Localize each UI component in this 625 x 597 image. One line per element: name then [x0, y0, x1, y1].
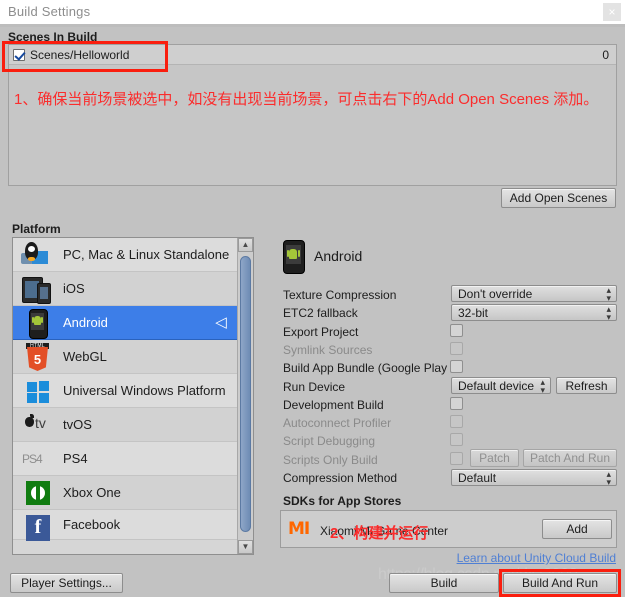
scene-index-label: 0	[602, 48, 609, 62]
android-platform-icon	[283, 240, 305, 274]
chevron-updown-icon: ▴ ▾	[606, 468, 611, 487]
close-icon[interactable]: ×	[603, 3, 621, 21]
platform-item-android[interactable]: Android ◁	[13, 306, 237, 340]
webgl-icon: HTML 5	[21, 343, 55, 371]
window-title: Build Settings	[8, 4, 91, 19]
platform-label: PS4	[63, 451, 88, 466]
scroll-down-icon[interactable]: ▼	[238, 540, 253, 554]
checkbox-build-app-bundle[interactable]	[450, 360, 463, 373]
scrollbar-thumb[interactable]	[240, 256, 251, 532]
label-build-app-bundle: Build App Bundle (Google Play	[283, 361, 448, 375]
dropdown-texture-compression[interactable]: Don't override ▴ ▾	[451, 285, 617, 302]
label-autoconnect-profiler: Autoconnect Profiler	[283, 416, 392, 430]
add-open-scenes-button[interactable]: Add Open Scenes	[501, 188, 616, 208]
platform-item-ios[interactable]: iOS	[13, 272, 237, 306]
xiaomi-logo-icon: MI	[288, 519, 310, 539]
checkbox-scripts-only-build	[450, 452, 463, 465]
android-icon	[21, 309, 55, 339]
xbox-icon	[21, 479, 55, 507]
platform-label: Xbox One	[63, 485, 121, 500]
ios-icon	[21, 275, 55, 304]
platform-item-xbox-one[interactable]: Xbox One	[13, 476, 237, 510]
label-symlink-sources: Symlink Sources	[283, 343, 373, 357]
label-script-debugging: Script Debugging	[283, 434, 376, 448]
ps4-icon: PS4	[22, 452, 43, 466]
scroll-up-icon[interactable]: ▲	[238, 238, 253, 252]
patch-button: Patch	[470, 449, 519, 467]
platform-label: Facebook	[63, 517, 121, 532]
annotation-note-2: 2、构建并运行	[330, 525, 429, 542]
dropdown-etc2-fallback[interactable]: 32-bit ▴ ▾	[451, 304, 617, 321]
patch-and-run-button: Patch And Run	[523, 449, 617, 467]
label-texture-compression: Texture Compression	[283, 288, 397, 302]
tvos-icon: tv	[21, 411, 55, 439]
dropdown-value: Don't override	[458, 286, 533, 301]
unity-cloud-build-link[interactable]: Learn about Unity Cloud Build	[457, 551, 616, 565]
chevron-updown-icon: ▴ ▾	[606, 303, 611, 322]
refresh-button[interactable]: Refresh	[556, 377, 617, 394]
platform-scrollbar[interactable]: ▲ ▼	[237, 238, 253, 554]
annotation-note-1: 1、确保当前场景被选中，如没有出现当前场景，可点击右下的Add Open Sce…	[14, 91, 599, 108]
dropdown-run-device[interactable]: Default device ▴ ▾	[451, 377, 551, 394]
chevron-updown-icon: ▴ ▾	[540, 376, 545, 395]
checkbox-autoconnect-profiler	[450, 415, 463, 428]
platform-item-ps4[interactable]: PS4 PS4	[13, 442, 237, 476]
dropdown-value: Default device	[458, 378, 535, 393]
player-settings-button[interactable]: Player Settings...	[10, 573, 123, 593]
details-title: Android	[314, 248, 363, 264]
dropdown-value: Default	[458, 470, 497, 485]
window-titlebar: Build Settings ×	[0, 0, 625, 24]
platform-label: PC, Mac & Linux Standalone	[63, 247, 230, 262]
titlebar-divider	[0, 24, 625, 27]
chevron-updown-icon: ▴ ▾	[606, 284, 611, 303]
label-development-build: Development Build	[283, 398, 384, 412]
checkbox-development-build[interactable]	[450, 397, 463, 410]
highlight-scene-row	[2, 41, 168, 72]
platform-label: iOS	[63, 281, 85, 296]
build-button[interactable]: Build	[389, 573, 499, 593]
label-scripts-only-build: Scripts Only Build	[283, 453, 378, 467]
platform-item-webgl[interactable]: HTML 5 WebGL	[13, 340, 237, 374]
add-sdk-button[interactable]: Add	[542, 519, 612, 539]
standalone-icon	[21, 241, 55, 269]
platform-label: Universal Windows Platform	[63, 383, 226, 398]
facebook-icon: f	[21, 513, 55, 541]
uwp-icon	[21, 377, 55, 405]
platform-label: tvOS	[63, 417, 92, 432]
dropdown-value: 32-bit	[458, 305, 489, 320]
checkbox-script-debugging	[450, 433, 463, 446]
platform-item-standalone[interactable]: PC, Mac & Linux Standalone	[13, 238, 237, 272]
highlight-build-and-run	[499, 569, 621, 597]
platform-header: Platform	[12, 222, 61, 236]
label-compression-method: Compression Method	[283, 471, 398, 485]
dropdown-compression-method[interactable]: Default ▴ ▾	[451, 469, 617, 486]
checkbox-export-project[interactable]	[450, 324, 463, 337]
sdks-for-app-stores-header: SDKs for App Stores	[283, 494, 402, 508]
platform-item-tvos[interactable]: tv tvOS	[13, 408, 237, 442]
checkbox-symlink-sources	[450, 342, 463, 355]
platform-label: Android	[63, 315, 108, 330]
label-etc2-fallback: ETC2 fallback	[283, 306, 358, 320]
label-run-device: Run Device	[283, 380, 346, 394]
unity-active-badge: ◁	[215, 314, 227, 331]
platform-item-uwp[interactable]: Universal Windows Platform	[13, 374, 237, 408]
label-export-project: Export Project	[283, 325, 359, 339]
platform-label: WebGL	[63, 349, 107, 364]
platform-item-facebook[interactable]: f Facebook	[13, 510, 237, 541]
